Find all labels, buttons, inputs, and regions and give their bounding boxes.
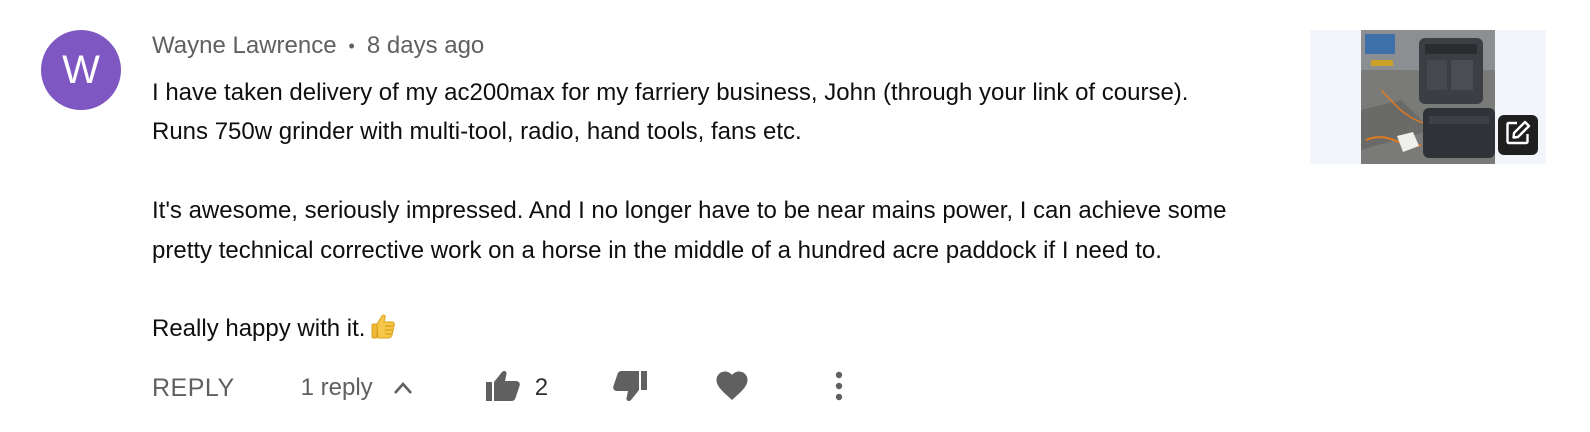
edit-button[interactable] [1498, 115, 1538, 155]
author-name[interactable]: Wayne Lawrence [152, 32, 337, 60]
comment-header: Wayne Lawrence • 8 days ago [152, 30, 484, 62]
like-button[interactable]: 2 [485, 370, 548, 407]
chevron-up-icon [393, 381, 413, 395]
attached-image[interactable] [1361, 30, 1495, 164]
comment-line: Runs 750w grinder with multi-tool, radio… [152, 118, 802, 146]
comment-actions: REPLY 1 reply 2 [152, 365, 844, 411]
dislike-button[interactable] [612, 370, 648, 407]
replies-label: 1 reply [300, 374, 373, 401]
heart-button[interactable] [716, 371, 748, 406]
like-count: 2 [534, 374, 549, 401]
thumbs-down-icon [612, 370, 648, 407]
separator-dot: • [348, 35, 355, 56]
more-vert-icon [834, 371, 844, 406]
heart-icon [716, 371, 748, 406]
line-gap [152, 152, 1302, 191]
comment-line: I have taken delivery of my ac200max for… [152, 79, 1189, 106]
line-gap [152, 270, 1302, 309]
comment-text: I have taken delivery of my ac200max for… [152, 73, 1302, 353]
comment-line: Really happy with it. [152, 315, 366, 343]
comment-line: pretty technical corrective work on a ho… [152, 236, 1162, 264]
avatar-letter: W [62, 47, 100, 92]
comment-line: It's awesome, seriously impressed. And I… [152, 197, 1227, 225]
edit-icon [1504, 119, 1532, 152]
thumbs-up-emoji [369, 312, 397, 352]
replies-toggle[interactable]: 1 reply [301, 374, 413, 402]
avatar[interactable]: W [41, 30, 121, 110]
reply-button[interactable]: REPLY [152, 374, 235, 403]
attached-image-panel [1310, 30, 1546, 164]
thumbs-up-icon [485, 370, 521, 407]
timestamp[interactable]: 8 days ago [367, 32, 484, 60]
comment-last-line: Really happy with it. [152, 309, 1302, 352]
more-options-button[interactable] [834, 371, 844, 406]
